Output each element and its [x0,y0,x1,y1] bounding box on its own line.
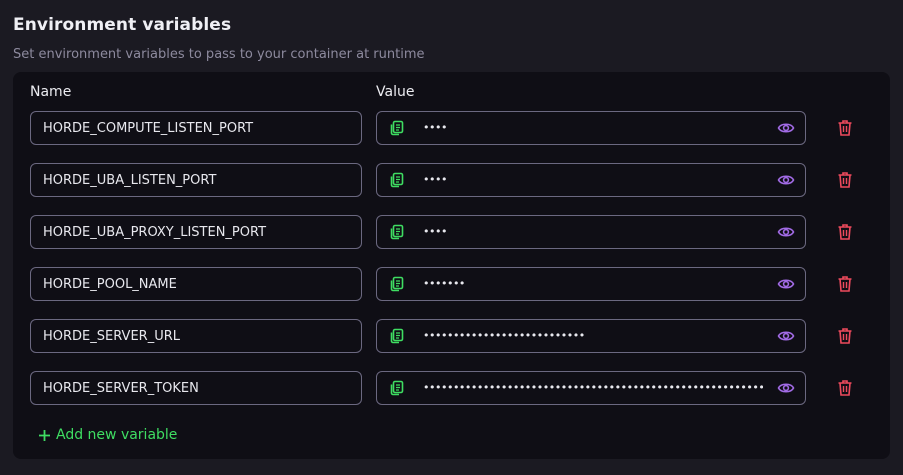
copy-icon[interactable] [389,380,405,396]
masked-value: •••• [423,225,447,238]
variable-value-input[interactable]: •••• [376,215,806,249]
variable-value-input[interactable]: ••••••• [376,267,806,301]
section-subtitle: Set environment variables to pass to you… [13,47,425,62]
name-column-header: Name [30,84,72,100]
variable-row: HORDE_COMPUTE_LISTEN_PORT •••• [13,111,890,145]
copy-icon[interactable] [389,172,405,188]
value-column-header: Value [376,84,415,100]
variable-value-input[interactable]: •••• [376,111,806,145]
trash-icon[interactable] [837,119,853,137]
masked-value: •••• [423,121,447,134]
plus-icon [39,429,50,441]
eye-icon[interactable] [777,120,795,136]
trash-icon[interactable] [837,327,853,345]
variables-panel: Name Value HORDE_COMPUTE_LISTEN_PORT •••… [13,72,890,459]
masked-value: ••••••••••••••••••••••••••• [423,329,585,342]
add-variable-label: Add new variable [56,427,178,443]
masked-value: ••••••••••••••••••••••••••••••••••••••••… [423,381,763,394]
masked-value: ••••••• [423,277,465,290]
variable-name-input[interactable]: HORDE_COMPUTE_LISTEN_PORT [30,111,362,145]
variable-row: HORDE_SERVER_TOKEN •••••••••••••••••••••… [13,371,890,405]
copy-icon[interactable] [389,276,405,292]
variable-row: HORDE_UBA_PROXY_LISTEN_PORT •••• [13,215,890,249]
trash-icon[interactable] [837,223,853,241]
section-title: Environment variables [13,15,232,35]
variable-name-input[interactable]: HORDE_SERVER_URL [30,319,362,353]
masked-value: •••• [423,173,447,186]
environment-variables-section: Environment variables Set environment va… [0,0,903,475]
variable-value-input[interactable]: ••••••••••••••••••••••••••• [376,319,806,353]
eye-icon[interactable] [777,380,795,396]
copy-icon[interactable] [389,224,405,240]
variable-name-input[interactable]: HORDE_UBA_PROXY_LISTEN_PORT [30,215,362,249]
eye-icon[interactable] [777,328,795,344]
variable-value-input[interactable]: ••••••••••••••••••••••••••••••••••••••••… [376,371,806,405]
eye-icon[interactable] [777,276,795,292]
variable-value-input[interactable]: •••• [376,163,806,197]
variable-name-input[interactable]: HORDE_SERVER_TOKEN [30,371,362,405]
add-variable-button[interactable]: Add new variable [38,427,177,443]
variable-name-input[interactable]: HORDE_UBA_LISTEN_PORT [30,163,362,197]
trash-icon[interactable] [837,379,853,397]
copy-icon[interactable] [389,120,405,136]
copy-icon[interactable] [389,328,405,344]
trash-icon[interactable] [837,275,853,293]
eye-icon[interactable] [777,172,795,188]
variable-row: HORDE_UBA_LISTEN_PORT •••• [13,163,890,197]
variable-name-input[interactable]: HORDE_POOL_NAME [30,267,362,301]
eye-icon[interactable] [777,224,795,240]
variable-row: HORDE_POOL_NAME ••••••• [13,267,890,301]
trash-icon[interactable] [837,171,853,189]
variable-row: HORDE_SERVER_URL •••••••••••••••••••••••… [13,319,890,353]
